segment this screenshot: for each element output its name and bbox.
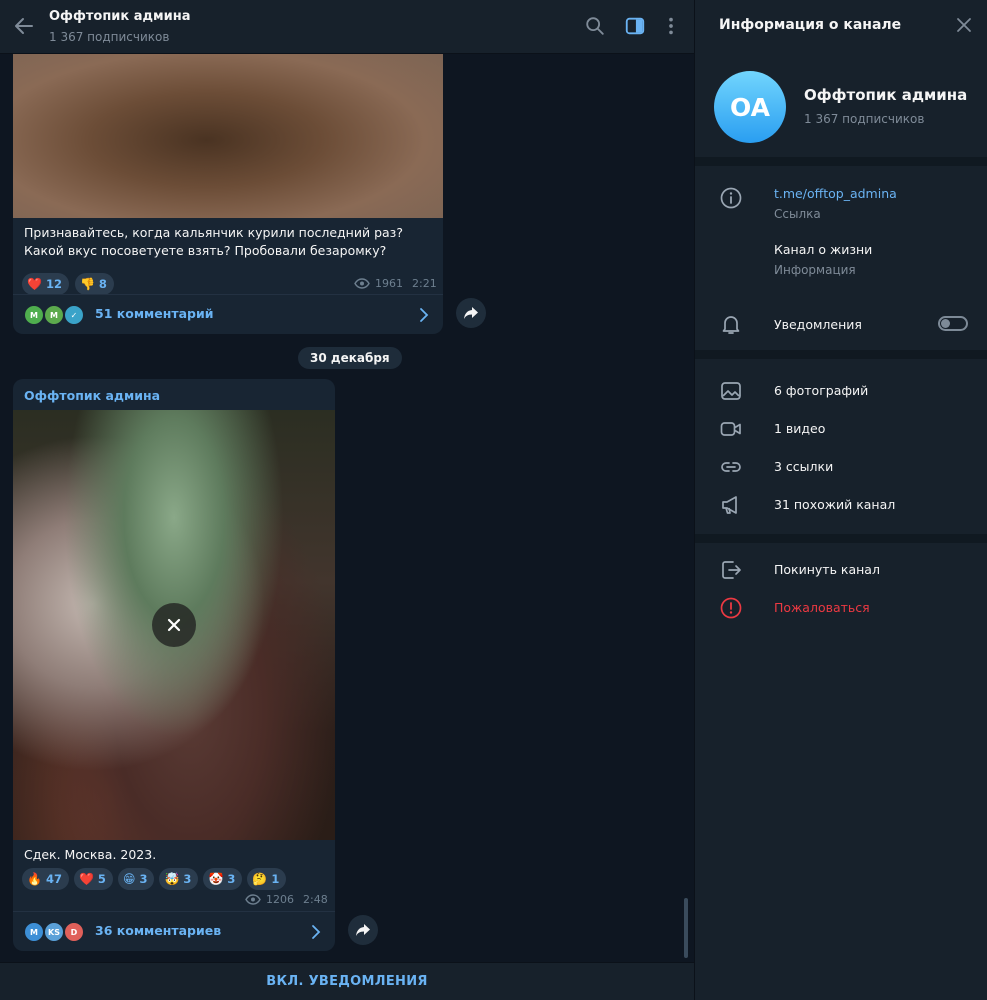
scrollbar[interactable]	[684, 58, 688, 958]
reactions-bar: ❤️ 12 👎 8	[22, 273, 114, 295]
divider	[695, 350, 987, 359]
reactions-bar: 🔥 47 ❤️ 5 😁 3 🤯 3 🤡 3 🤔 1	[22, 868, 287, 890]
post-meta: 1206 2:48	[245, 893, 328, 906]
post-meta: 1961 2:21	[354, 277, 437, 290]
chat-area: Оффтопик админа 1 367 подписчиков Призна…	[0, 0, 694, 1000]
videos-row[interactable]: 1 видео	[695, 410, 987, 448]
post-sender[interactable]: Оффтопик админа	[24, 388, 160, 403]
share-icon	[464, 307, 478, 319]
chevron-right-icon	[420, 308, 429, 322]
share-icon	[356, 924, 370, 936]
channel-name: Оффтопик админа	[804, 86, 968, 104]
scrollbar-thumb[interactable]	[684, 898, 688, 958]
post-caption: Признавайтесь, когда кальянчик курили по…	[24, 225, 403, 258]
share-button[interactable]	[348, 915, 378, 945]
search-icon[interactable]	[584, 15, 606, 37]
leave-channel-row[interactable]: Покинуть канал	[695, 551, 987, 589]
channel-subscribers: 1 367 подписчиков	[804, 112, 925, 126]
videos-label: 1 видео	[774, 421, 826, 436]
channel-post: Признавайтесь, когда кальянчик курили по…	[13, 54, 443, 334]
photos-row[interactable]: 6 фотографий	[695, 372, 987, 410]
report-label: Пожаловаться	[774, 600, 870, 615]
links-label: 3 ссылки	[774, 459, 834, 474]
post-video[interactable]	[13, 410, 335, 840]
bottom-bar: ВКЛ. УВЕДОМЛЕНИЯ	[0, 962, 694, 1000]
share-button[interactable]	[456, 298, 486, 328]
info-icon	[720, 187, 742, 209]
megaphone-icon	[722, 496, 737, 514]
video-icon	[720, 422, 741, 436]
channel-post: Оффтопик админа Сдек. Москва. 2023. 🔥 47 …	[13, 379, 335, 951]
chat-header: Оффтопик админа 1 367 подписчиков	[0, 0, 694, 54]
chevron-right-icon	[312, 925, 321, 939]
notifications-label: Уведомления	[774, 317, 862, 332]
avatar: ✓	[63, 304, 85, 326]
similar-channels-row[interactable]: 31 похожий канал	[695, 486, 987, 524]
avatar: M	[23, 304, 45, 326]
divider	[695, 157, 987, 166]
post-time: 2:21	[412, 277, 437, 290]
channel-title[interactable]: Оффтопик админа	[49, 9, 191, 24]
leave-channel-label: Покинуть канал	[774, 562, 880, 577]
views-icon	[245, 894, 261, 905]
avatar: KS	[43, 921, 65, 943]
channel-avatar[interactable]: OA	[714, 71, 786, 143]
channel-link[interactable]: t.me/offtop_admina	[774, 186, 897, 201]
link-icon	[721, 462, 741, 472]
sidebar-toggle-icon[interactable]	[624, 15, 646, 37]
views-count: 1961	[375, 277, 403, 290]
date-separator: 30 декабря	[298, 347, 402, 369]
close-icon[interactable]	[955, 16, 973, 34]
reaction-clown[interactable]: 🤡 3	[203, 868, 243, 890]
reaction-heart[interactable]: ❤️ 5	[73, 868, 113, 890]
report-row[interactable]: Пожаловаться	[695, 589, 987, 627]
comments-label: 36 комментариев	[95, 923, 222, 938]
post-time: 2:48	[303, 893, 328, 906]
photos-label: 6 фотографий	[774, 383, 869, 398]
bell-icon	[722, 316, 740, 334]
leave-icon	[722, 561, 741, 579]
enable-notifications-button[interactable]: ВКЛ. УВЕДОМЛЕНИЯ	[266, 974, 427, 989]
back-arrow-icon[interactable]	[12, 14, 36, 38]
post-photo[interactable]	[13, 54, 443, 218]
similar-channels-label: 31 похожий канал	[774, 497, 896, 512]
reaction-heart[interactable]: ❤️ 12	[22, 273, 69, 295]
channel-about-label: Информация	[774, 263, 856, 277]
reaction-mind-blown[interactable]: 🤯 3	[159, 868, 199, 890]
reaction-thinking[interactable]: 🤔 1	[247, 868, 287, 890]
report-icon	[720, 597, 742, 619]
avatar: D	[63, 921, 85, 943]
avatar: M	[23, 921, 45, 943]
channel-info-panel: Информация о канале OA Оффтопик админа 1…	[694, 0, 987, 1000]
close-icon	[167, 618, 181, 632]
reaction-grin[interactable]: 😁 3	[117, 868, 155, 890]
reaction-fire[interactable]: 🔥 47	[22, 868, 69, 890]
comments-bar[interactable]: M M ✓ 51 комментарий	[13, 294, 443, 334]
avatar: M	[43, 304, 65, 326]
message-list[interactable]: Признавайтесь, когда кальянчик курили по…	[0, 54, 694, 962]
panel-title: Информация о канале	[719, 17, 902, 33]
channel-link-label: Ссылка	[774, 207, 821, 221]
notifications-toggle[interactable]	[938, 316, 968, 331]
subscriber-count: 1 367 подписчиков	[49, 30, 170, 44]
comments-bar[interactable]: M KS D 36 комментариев	[13, 911, 335, 951]
photo-icon	[721, 382, 741, 400]
cancel-download-button[interactable]	[152, 603, 196, 647]
post-caption: Сдек. Москва. 2023.	[24, 847, 157, 862]
toggle-knob	[941, 319, 950, 328]
views-icon	[354, 278, 370, 289]
divider	[695, 534, 987, 543]
reaction-thumbs-down[interactable]: 👎 8	[74, 273, 114, 295]
channel-about: Канал о жизни	[774, 242, 873, 257]
views-count: 1206	[266, 893, 294, 906]
links-row[interactable]: 3 ссылки	[695, 448, 987, 486]
more-options-icon[interactable]	[660, 15, 682, 37]
comments-label: 51 комментарий	[95, 306, 214, 321]
